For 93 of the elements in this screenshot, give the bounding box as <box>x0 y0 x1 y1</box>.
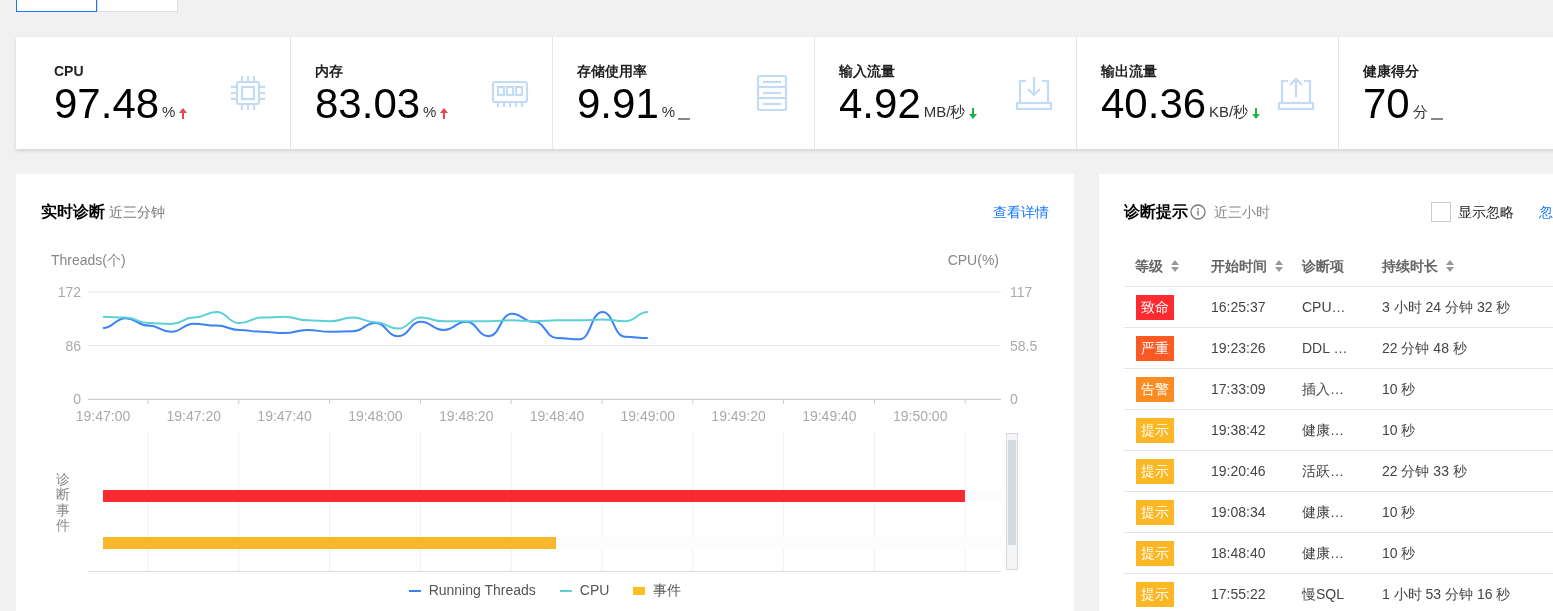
tab[interactable] <box>16 0 97 12</box>
checkbox[interactable] <box>1431 202 1451 222</box>
ignore-link[interactable]: 忽 <box>1539 201 1553 223</box>
stat-unit: % <box>423 102 437 122</box>
stat-value: 70 <box>1363 78 1410 129</box>
table-cell-text: 19:20:46 <box>1210 461 1267 481</box>
stat-unit: MB/秒 <box>923 102 966 122</box>
checkbox-label: 显示忽略 <box>1458 202 1514 222</box>
column-header: 开始时间 <box>1211 256 1267 276</box>
panel-title: 诊断提示 <box>1124 202 1188 222</box>
level-tag: 提示 <box>1136 581 1174 607</box>
info-icon[interactable] <box>1190 204 1206 220</box>
tick-label: 19:48:40 <box>529 408 585 424</box>
table-cell-text: 活跃… <box>1301 461 1345 481</box>
column-header: 诊断项 <box>1302 256 1344 276</box>
tick-label: 19:49:20 <box>711 408 766 424</box>
tick-label: 19:48:00 <box>348 408 403 424</box>
tick-label: 117 <box>1010 284 1033 300</box>
stat-label: 输出流量 <box>1101 61 1158 81</box>
tick-label: 0 <box>73 391 81 407</box>
panel-title: 实时诊断 <box>41 202 105 222</box>
table-cell-text: 10 秒 <box>1381 543 1416 563</box>
stat-label: 内存 <box>315 61 344 81</box>
level-tag: 严重 <box>1136 335 1174 361</box>
table-cell-text: 19:38:42 <box>1210 420 1267 440</box>
stat-value: 97.48 <box>54 78 160 129</box>
level-tag: 提示 <box>1136 458 1174 484</box>
details-link[interactable]: 查看详情 <box>993 202 1049 223</box>
stat-unit: % <box>162 102 176 122</box>
panel-subtitle: 近三分钟 <box>109 203 165 222</box>
table-cell-text: 慢SQL <box>1300 584 1345 604</box>
table-cell-text: 16:25:37 <box>1210 297 1267 317</box>
tick-label: 86 <box>65 337 81 354</box>
stat-value: 40.36 <box>1101 78 1207 129</box>
table-cell-text: 1 小时 53 分钟 16 秒 <box>1381 584 1511 604</box>
level-tag: 提示 <box>1136 499 1174 525</box>
stat-unit: KB/秒 <box>1209 102 1249 122</box>
stat-unit: 分 <box>1412 102 1428 122</box>
stat-label: 健康得分 <box>1363 61 1420 81</box>
table-cell-text: 3 小时 24 分钟 32 秒 <box>1381 297 1511 317</box>
sort-icon[interactable] <box>1171 260 1179 272</box>
tick-label: 172 <box>57 284 81 300</box>
sort-icon[interactable] <box>1446 260 1454 272</box>
level-tag: 提示 <box>1136 417 1174 443</box>
tick-label: 19:48:20 <box>438 408 494 424</box>
panel-subtitle: 近三小时 <box>1214 202 1270 222</box>
column-header: 持续时长 <box>1382 256 1438 276</box>
level-tag: 提示 <box>1136 540 1174 566</box>
axis-title: Threads(个) <box>51 252 126 268</box>
stat-label: CPU <box>54 61 85 81</box>
table-cell-text: 18:48:40 <box>1210 543 1267 563</box>
axis-title: 诊断事件 <box>56 471 70 534</box>
tick-label: 19:47:00 <box>75 408 131 424</box>
stat-label: 输入流量 <box>839 61 896 81</box>
level-tag: 致命 <box>1136 294 1174 320</box>
table-cell-text: 10 秒 <box>1381 379 1416 399</box>
table-cell-text: 10 秒 <box>1381 420 1416 440</box>
table-cell-text: 健康… <box>1301 543 1345 563</box>
table-cell-text: 19:08:34 <box>1210 502 1267 522</box>
table-cell-text: 17:33:09 <box>1210 379 1267 399</box>
legend-label: Running Threads <box>428 581 536 600</box>
stat-unit: % <box>661 102 676 122</box>
table-cell-text: 插入… <box>1301 379 1345 399</box>
legend-label: 事件 <box>653 581 682 600</box>
table-cell-text: 10 秒 <box>1381 502 1416 522</box>
tick-label: 0 <box>1010 391 1018 407</box>
chip-icon <box>228 73 268 113</box>
stat-value: 83.03 <box>315 78 421 129</box>
tick-label: 19:49:00 <box>620 408 676 424</box>
tick-label: 19:49:40 <box>802 408 857 424</box>
table-cell-text: 19:23:26 <box>1210 338 1267 358</box>
legend-swatch <box>559 589 572 592</box>
legend-swatch <box>408 589 421 592</box>
table-cell-text: DDL … <box>1301 338 1349 358</box>
column-header: 等级 <box>1135 256 1163 276</box>
legend-label: CPU <box>579 581 610 600</box>
tick-label: 58.5 <box>1010 337 1038 354</box>
tick-label: 19:50:00 <box>892 408 948 424</box>
table-cell-text: 22 分钟 48 秒 <box>1381 338 1467 358</box>
level-tag: 告警 <box>1136 376 1174 402</box>
stat-value: 4.92 <box>839 79 921 129</box>
stat-label: 存储使用率 <box>577 61 648 81</box>
table-cell-text: 健康… <box>1301 420 1345 440</box>
tick-label: 19:47:20 <box>166 408 222 424</box>
tick-label: 19:47:40 <box>257 408 312 424</box>
stat-value: 9.91 <box>577 79 659 129</box>
table-cell-text: 17:55:22 <box>1210 584 1267 604</box>
axis-title: CPU(%) <box>947 252 999 268</box>
table-cell-text: 22 分钟 33 秒 <box>1381 461 1467 481</box>
table-cell-text: CPU… <box>1301 297 1347 317</box>
scrollbar[interactable] <box>1006 433 1018 570</box>
table-cell-text: 健康… <box>1301 502 1345 522</box>
sort-icon[interactable] <box>1275 260 1283 272</box>
